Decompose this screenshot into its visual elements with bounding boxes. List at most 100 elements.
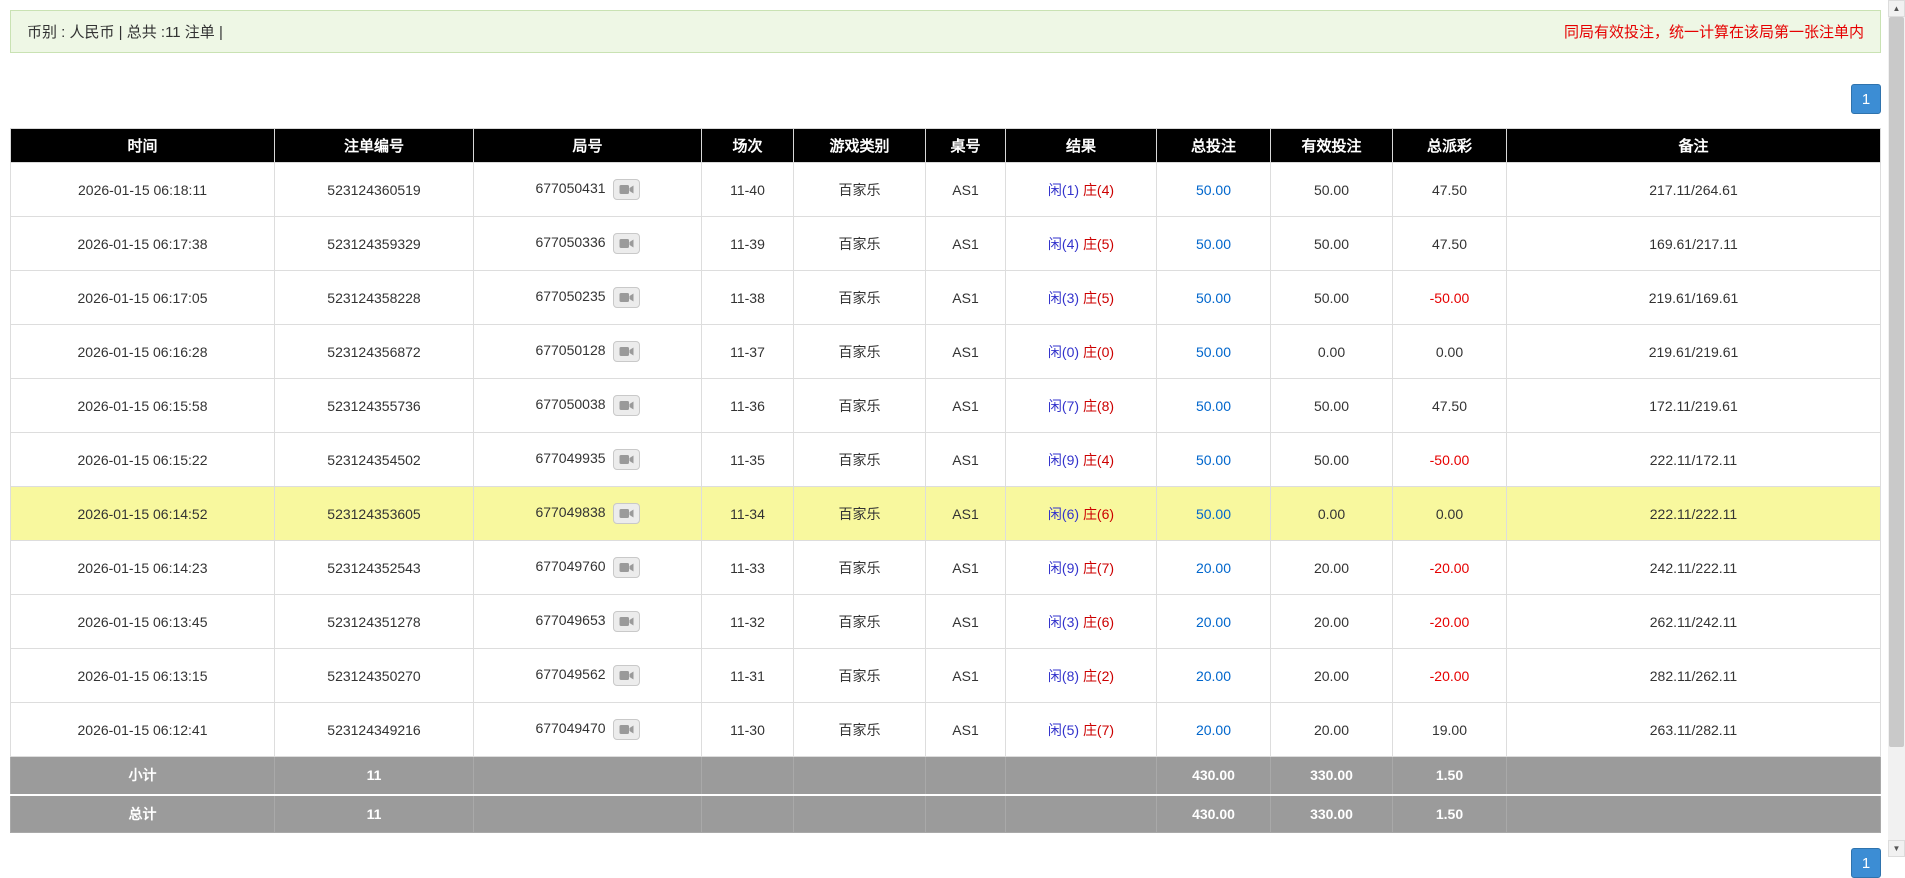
bet-id-cell: 523124350270 [274,648,474,703]
bet-time: 2026-01-15 06:18:11 [78,181,207,198]
total-bet-cell: 50.00 [1156,324,1271,379]
bet-id: 523124359329 [327,235,421,252]
result-cell: 闲(4) 庄(5) [1005,216,1157,271]
bet-time-cell: 2026-01-15 06:15:22 [10,432,275,487]
total-bet-link[interactable]: 20.00 [1196,722,1231,738]
game-type-cell: 百家乐 [793,162,926,217]
payout-cell: -20.00 [1392,540,1507,595]
round-number: 677050128 [535,342,606,359]
payout-value: -20.00 [1429,667,1470,684]
game-type-cell: 百家乐 [793,486,926,541]
valid-bet: 20.00 [1313,613,1350,630]
page-button-1[interactable]: 1 [1851,84,1881,114]
table-number-cell: AS1 [925,324,1006,379]
total-bet-cell: 50.00 [1156,378,1271,433]
table-row: 2026-01-15 06:16:28 523124356872 677050128… [10,324,1881,379]
scrollbar-thumb[interactable] [1889,17,1904,747]
bet-id: 523124353605 [327,505,421,522]
round-number: 677049470 [535,720,606,737]
table-number: AS1 [952,613,979,630]
total-bet-link[interactable]: 50.00 [1196,506,1231,522]
col-session: 场次 [701,128,794,163]
replay-video-icon[interactable] [612,287,640,308]
total-bet-link[interactable]: 50.00 [1196,236,1231,252]
valid-bet-cell: 50.00 [1270,216,1393,271]
bet-id: 523124350270 [327,667,421,684]
total-bet-link[interactable]: 20.00 [1196,560,1231,576]
vertical-scrollbar[interactable]: ▲ ▼ [1888,0,1905,857]
replay-video-icon[interactable] [612,449,640,470]
total-bet-link[interactable]: 20.00 [1196,668,1231,684]
game-type: 百家乐 [838,397,881,414]
round-number: 677049760 [535,558,606,575]
settlement-notice-text: 同局有效投注，统一计算在该局第一张注单内 [1563,24,1864,41]
player-result: 闲(9) [1047,451,1080,468]
session: 11-33 [730,559,765,576]
summary-bar: 币别 : 人民币 | 总共 :11 注单 | 同局有效投注，统一计算在该局第一张… [10,10,1881,53]
replay-video-icon[interactable] [612,395,640,416]
replay-video-icon[interactable] [612,665,640,686]
remark: 172.11/219.61 [1649,397,1738,414]
replay-video-icon[interactable] [612,233,640,254]
pagination-bottom: 1 [1851,848,1881,878]
valid-bet: 50.00 [1313,451,1350,468]
payout-cell: 0.00 [1392,324,1507,379]
remark-cell: 282.11/262.11 [1506,648,1881,703]
valid-bet: 0.00 [1317,505,1346,522]
replay-video-icon[interactable] [612,503,640,524]
remark: 169.61/217.11 [1649,235,1738,252]
replay-video-icon[interactable] [612,341,640,362]
table-number: AS1 [952,181,979,198]
remark: 219.61/219.61 [1648,343,1739,360]
table-number: AS1 [952,235,979,252]
total-valid-bet: 330.00 [1270,793,1393,833]
subtotal-valid-bet: 330.00 [1270,756,1393,795]
result-cell: 闲(6) 庄(6) [1005,486,1157,541]
subtotal-payout: 1.50 [1392,756,1507,795]
banker-result: 庄(5) [1082,289,1115,306]
total-bet-link[interactable]: 50.00 [1196,344,1231,360]
footer-empty-cell [793,793,926,833]
remark: 242.11/222.11 [1649,559,1738,576]
total-bet-link[interactable]: 50.00 [1196,182,1231,198]
total-bet-link[interactable]: 50.00 [1196,452,1231,468]
remark: 282.11/262.11 [1649,667,1738,684]
total-label: 总计 [10,793,275,833]
footer-empty-cell [1506,793,1881,833]
game-type-cell: 百家乐 [793,702,926,757]
valid-bet: 50.00 [1313,397,1350,414]
valid-bet: 0.00 [1317,343,1346,360]
replay-video-icon[interactable] [612,179,640,200]
scrollbar-down-arrow-icon[interactable]: ▼ [1888,840,1905,857]
round-cell: 677049653 [473,594,702,649]
table-number-cell: AS1 [925,378,1006,433]
pagination-top: 1 [10,84,1881,114]
scrollbar-up-arrow-icon[interactable]: ▲ [1888,0,1905,17]
total-bet-link[interactable]: 20.00 [1196,614,1231,630]
session-cell: 11-36 [701,378,794,433]
round-cell: 677050235 [473,270,702,325]
round-number: 677050038 [535,396,606,413]
total-bet-link[interactable]: 50.00 [1196,290,1231,306]
result-cell: 闲(3) 庄(6) [1005,594,1157,649]
replay-video-icon[interactable] [612,719,640,740]
replay-video-icon[interactable] [612,611,640,632]
payout-cell: -20.00 [1392,648,1507,703]
game-type-cell: 百家乐 [793,324,926,379]
page-button-1-bottom[interactable]: 1 [1851,848,1881,878]
table-row: 2026-01-15 06:14:23 523124352543 677049760… [10,540,1881,595]
remark: 217.11/264.61 [1649,181,1738,198]
table-number-cell: AS1 [925,270,1006,325]
payout-cell: -20.00 [1392,594,1507,649]
col-table: 桌号 [925,128,1006,163]
payout-value: 19.00 [1431,721,1468,738]
payout-value: 0.00 [1435,343,1464,360]
round-cell: 677050336 [473,216,702,271]
subtotal-total-bet: 430.00 [1156,756,1271,795]
remark-cell: 222.11/222.11 [1506,486,1881,541]
bet-time-cell: 2026-01-15 06:18:11 [10,162,275,217]
round-number: 677050431 [535,180,606,197]
remark: 222.11/222.11 [1649,505,1738,522]
replay-video-icon[interactable] [612,557,640,578]
total-bet-link[interactable]: 50.00 [1196,398,1231,414]
